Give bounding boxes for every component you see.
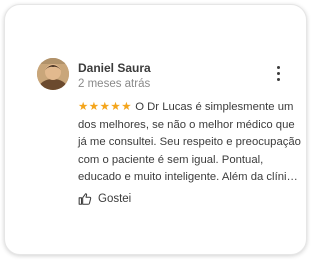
like-button[interactable]: Gostei bbox=[78, 190, 131, 208]
avatar[interactable] bbox=[37, 58, 69, 90]
review-text: ★★★★★ O Dr Lucas é simplesmente um dos m… bbox=[78, 99, 301, 187]
review-line: já me consultei. Seu respeito e preocupa… bbox=[78, 136, 301, 148]
thumb-up-icon bbox=[78, 193, 92, 205]
more-vert-icon[interactable] bbox=[271, 65, 287, 83]
review-text-segment: O Dr Lucas é simplesmente um bbox=[135, 101, 294, 113]
review-line: ★★★★★ O Dr Lucas é simplesmente um bbox=[78, 99, 294, 117]
review-line: educado e muito inteligente. Além da clí… bbox=[78, 171, 298, 183]
review-time: 2 meses atrás bbox=[78, 78, 151, 90]
like-label: Gostei bbox=[98, 193, 132, 205]
reviewer-name[interactable]: Daniel Saura bbox=[78, 61, 151, 75]
review-line: com o paciente é sem igual. Pontual, bbox=[78, 153, 264, 166]
review-line: dos melhores, se não o melhor médico que bbox=[78, 118, 295, 131]
star-rating: ★★★★★ bbox=[78, 101, 133, 113]
review-card: Daniel Saura 2 meses atrás ★★★★★ O Dr Lu… bbox=[4, 4, 307, 255]
